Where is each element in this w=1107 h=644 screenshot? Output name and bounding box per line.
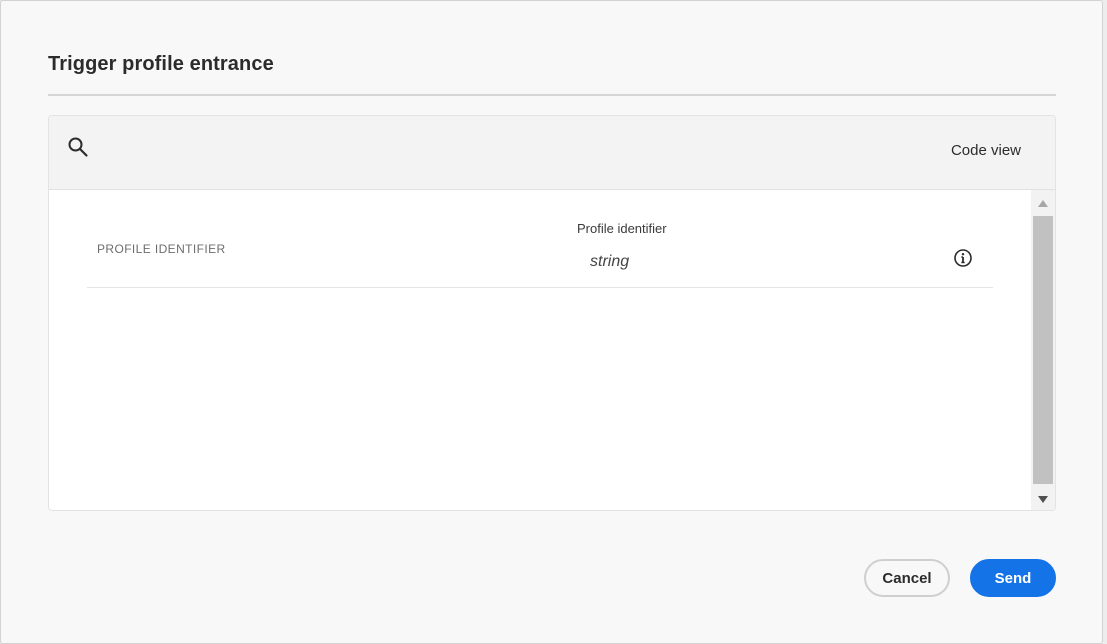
- profile-identifier-input[interactable]: string: [590, 253, 629, 271]
- scroll-down-arrow-icon[interactable]: [1031, 489, 1055, 509]
- send-button[interactable]: Send: [970, 559, 1056, 597]
- scroll-thumb[interactable]: [1033, 216, 1053, 484]
- dialog-title: Trigger profile entrance: [48, 53, 274, 75]
- search-icon[interactable]: [67, 136, 89, 158]
- vertical-scrollbar[interactable]: [1031, 190, 1055, 510]
- fields-list: PROFILE IDENTIFIER Profile identifier st…: [49, 190, 1031, 510]
- field-label: PROFILE IDENTIFIER: [97, 242, 226, 256]
- scroll-up-arrow-icon[interactable]: [1031, 194, 1055, 214]
- trigger-dialog: Trigger profile entrance Code view PROFI…: [0, 0, 1103, 644]
- field-sub-label: Profile identifier: [577, 221, 667, 236]
- cancel-button[interactable]: Cancel: [864, 559, 950, 597]
- info-icon[interactable]: [953, 248, 973, 268]
- fields-panel: Code view PROFILE IDENTIFIER Profile ide…: [48, 115, 1056, 511]
- title-divider: [48, 94, 1056, 96]
- panel-toolbar: Code view: [49, 116, 1055, 190]
- field-row-profile-identifier: PROFILE IDENTIFIER Profile identifier st…: [87, 190, 993, 288]
- code-view-button[interactable]: Code view: [951, 142, 1021, 159]
